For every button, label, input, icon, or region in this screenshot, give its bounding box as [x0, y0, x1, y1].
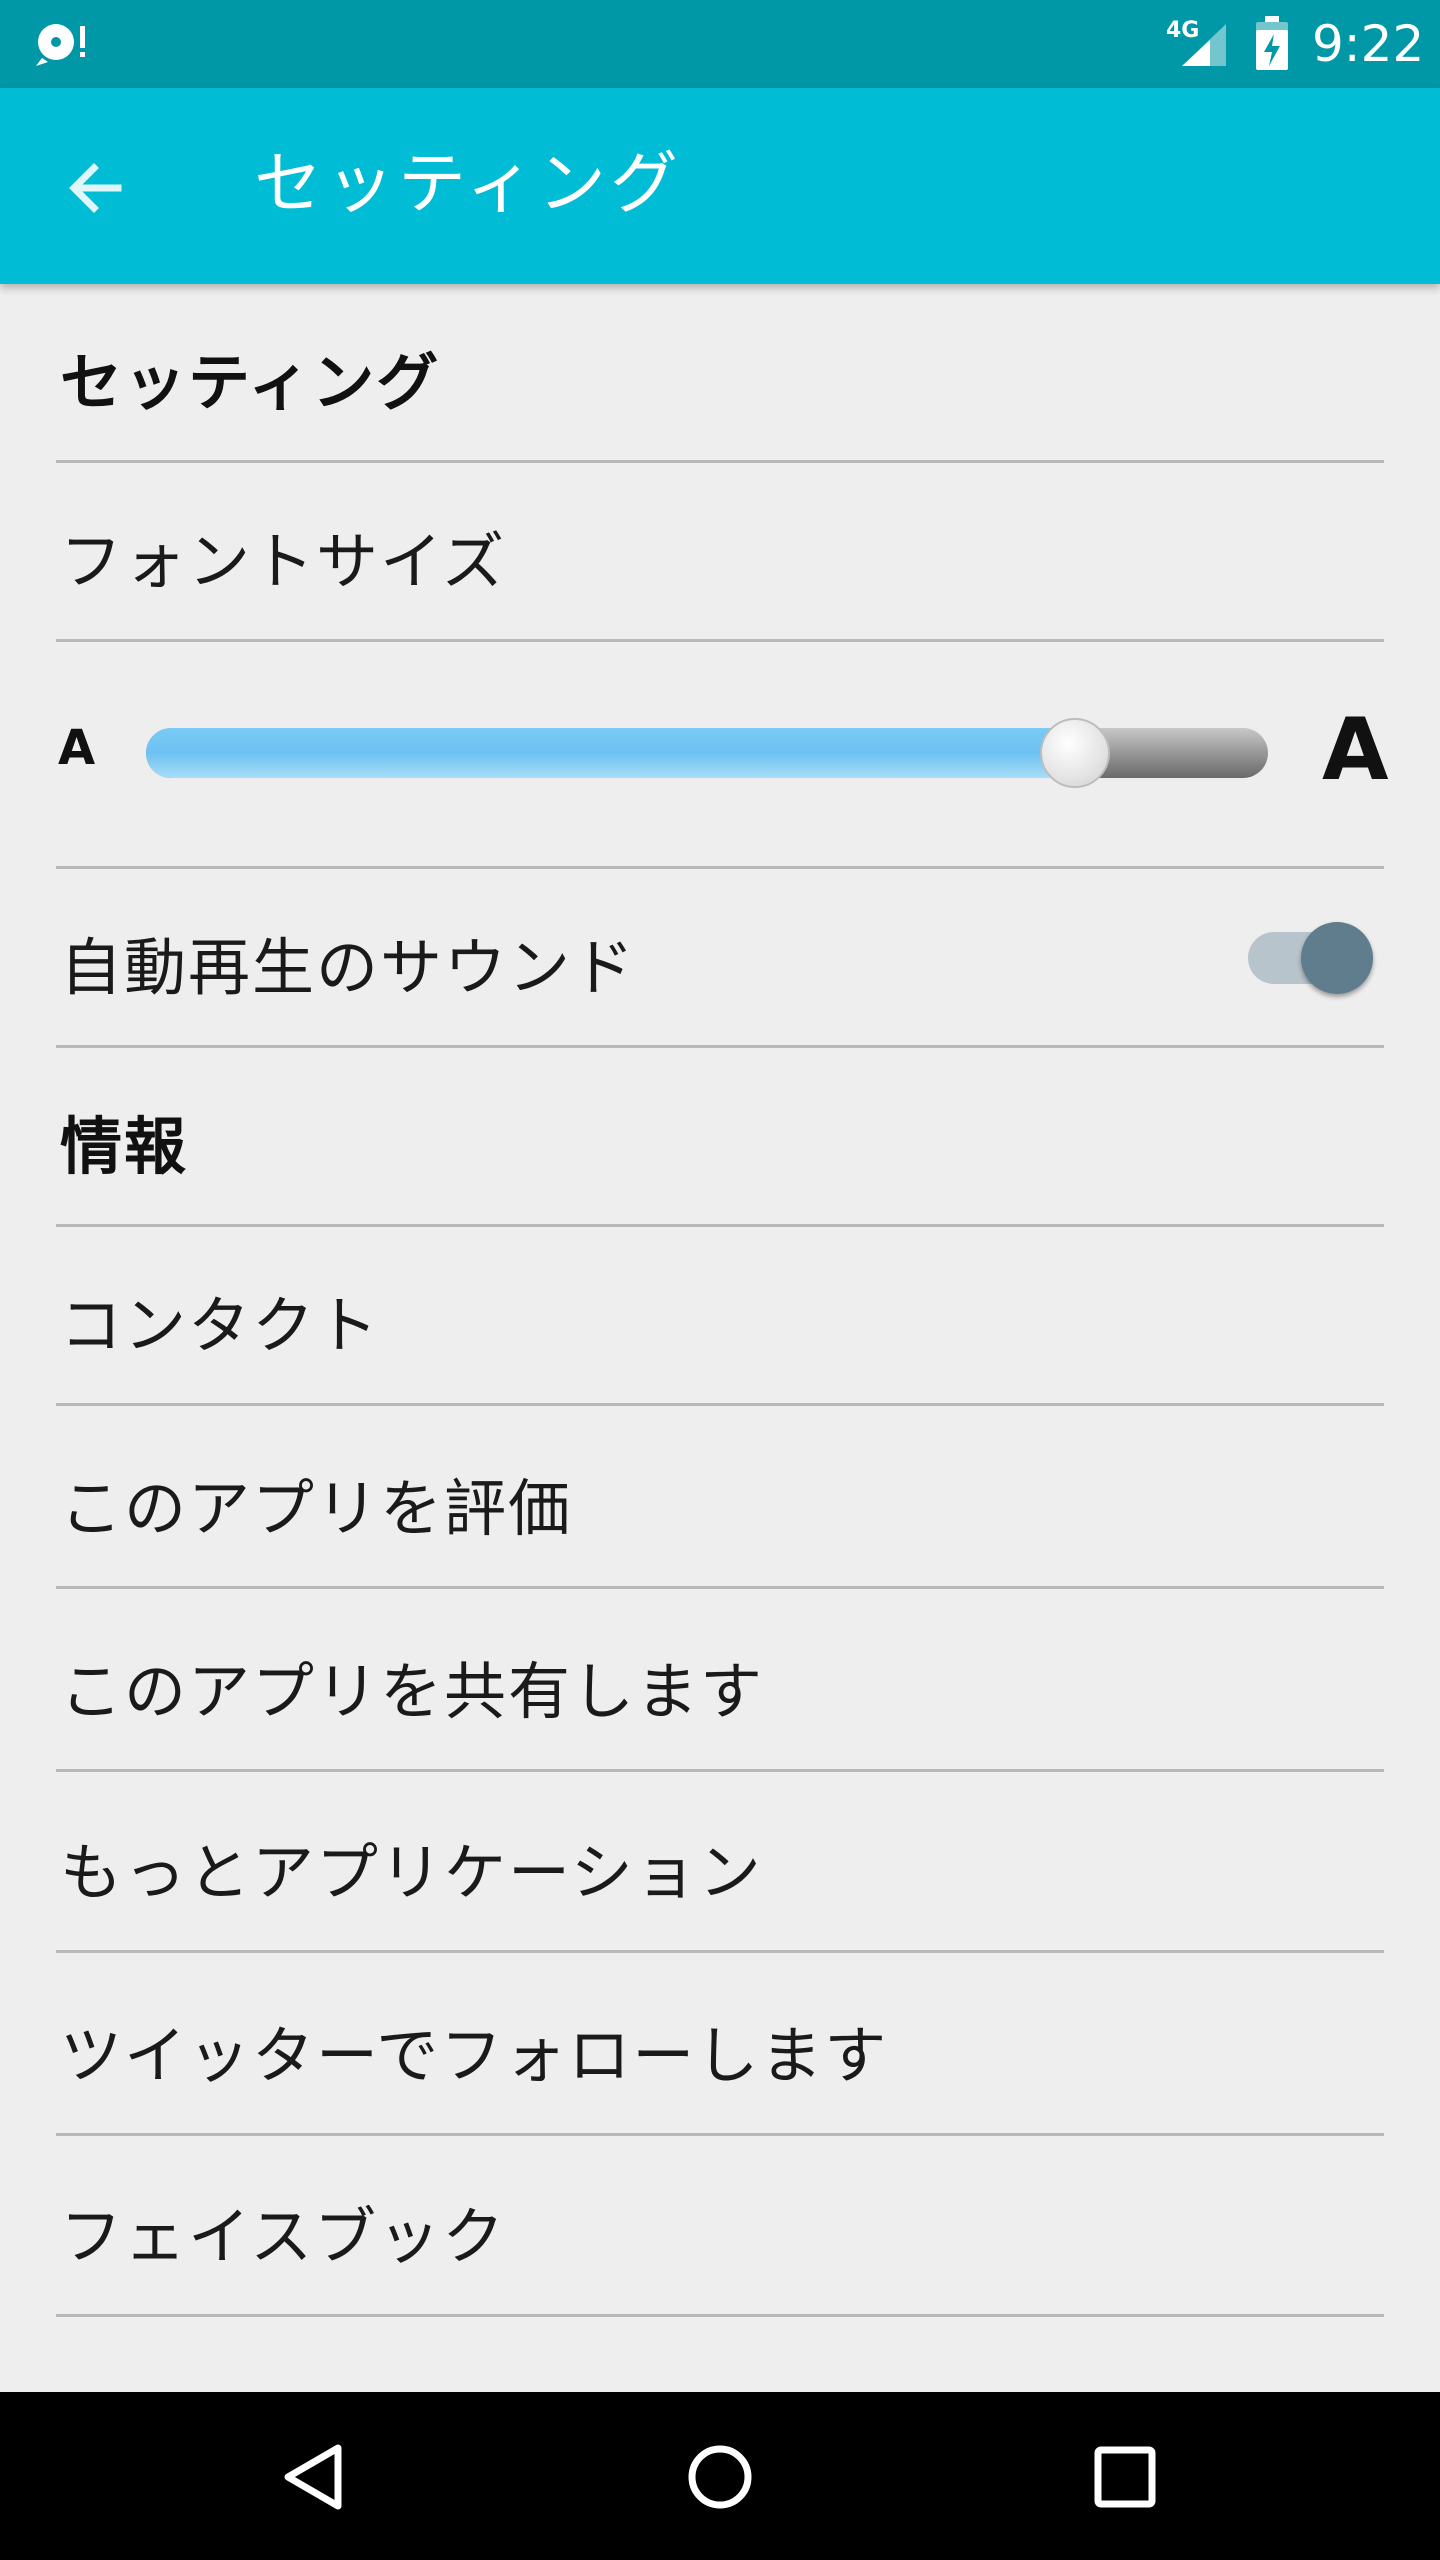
back-triangle-icon[interactable] [270, 2432, 360, 2522]
notification-disc-icon [36, 24, 85, 66]
list-item-share-app[interactable]: このアプリを共有します [56, 1589, 1384, 1772]
list-item-facebook[interactable]: フェイスブック [56, 2136, 1384, 2317]
list-item-follow-twitter[interactable]: ツイッターでフォローします [56, 1953, 1384, 2136]
signal-icon [1182, 24, 1226, 66]
rate-app-label: このアプリを評価 [60, 1472, 573, 1545]
font-large-a-label: A [1322, 700, 1389, 800]
system-nav-bar [0, 2392, 1440, 2560]
app-bar: セッティング [0, 88, 1440, 284]
facebook-label: フェイスブック [60, 2200, 507, 2273]
autoplay-sound-toggle-thumb[interactable] [1301, 922, 1373, 994]
list-item-more-apps[interactable]: もっとアプリケーション [56, 1772, 1384, 1953]
section-header-settings: セッティング [60, 346, 441, 419]
settings-section-header: セッティング [56, 284, 1384, 463]
page-title: セッティング [254, 145, 682, 224]
font-small-a-label: A [58, 720, 96, 776]
list-item-contact[interactable]: コンタクト [56, 1227, 1384, 1406]
contact-label: コンタクト [60, 1289, 381, 1362]
recents-square-icon[interactable] [1080, 2432, 1170, 2522]
autoplay-sound-label: 自動再生のサウンド [60, 931, 637, 1004]
home-circle-icon[interactable] [675, 2432, 765, 2522]
more-apps-label: もっとアプリケーション [60, 1836, 763, 1909]
info-section-header: 情報 [56, 1048, 1384, 1227]
font-size-slider-fill [146, 728, 1076, 778]
section-header-info: 情報 [60, 1110, 189, 1183]
share-app-label: このアプリを共有します [60, 1655, 765, 1728]
arrow-back-icon[interactable] [60, 152, 132, 224]
font-size-label: フォントサイズ [60, 525, 507, 598]
font-size-slider-thumb[interactable] [1040, 718, 1111, 788]
follow-twitter-label: ツイッターでフォローします [60, 2019, 889, 2092]
battery-charging-icon [1256, 16, 1288, 70]
list-item-font-size[interactable]: フォントサイズ [56, 463, 1384, 642]
status-clock: 9:22 [1312, 15, 1425, 73]
list-item-rate-app[interactable]: このアプリを評価 [56, 1406, 1384, 1589]
list-item-autoplay-sound[interactable]: 自動再生のサウンド [56, 869, 1384, 1048]
status-bar: 4G 9:22 [0, 0, 1440, 88]
